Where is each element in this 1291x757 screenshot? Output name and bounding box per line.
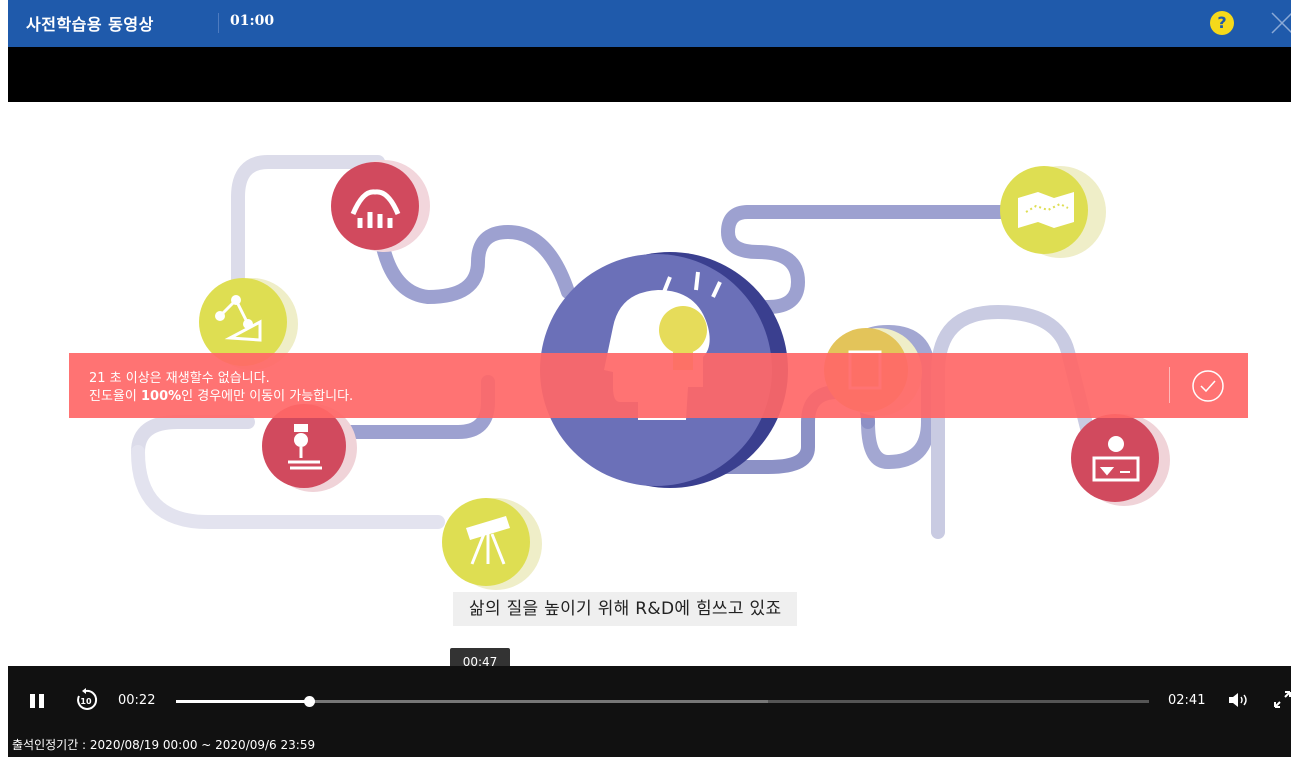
pause-icon[interactable] [30, 694, 44, 708]
player-control-bar: 10 00:22 02:41 출석인정기간 : 2020/08/19 00:00… [8, 666, 1291, 757]
played-bar [176, 700, 310, 703]
video-player-page: 사전학습용 동영상 01:00 ? 삶의 질을 높이기 위해 R&D에 힘쓰고 … [0, 0, 1291, 757]
title-bar: 사전학습용 동영상 01:00 ? [8, 0, 1291, 47]
progress-track[interactable] [176, 696, 1149, 707]
telescope-icon [442, 498, 542, 590]
duration-time: 02:41 [1168, 693, 1206, 708]
video-letterbox-top [8, 47, 1291, 102]
title-divider [218, 13, 219, 33]
study-timer: 01:00 [230, 13, 275, 29]
rewind-10-icon[interactable]: 10 [74, 688, 98, 712]
seek-handle[interactable] [304, 696, 316, 707]
banner-divider [1169, 367, 1170, 403]
warning-line2-prefix: 진도율이 [89, 389, 141, 404]
current-time: 00:22 [118, 693, 156, 708]
seek-warning-banner: 21 초 이상은 재생할수 없습니다. 진도율이 100%인 경우에만 이동이 … [69, 353, 1248, 418]
video-caption: 삶의 질을 높이기 위해 R&D에 힘쓰고 있죠 [453, 592, 798, 626]
question-circle-icon[interactable]: ? [1210, 11, 1234, 35]
fullscreen-icon[interactable] [1274, 691, 1291, 708]
chart-icon [331, 160, 430, 252]
map-icon [1000, 166, 1106, 258]
warning-progress-value: 100% [140, 389, 182, 404]
presentation-icon [1071, 414, 1170, 506]
close-icon[interactable] [1270, 11, 1291, 35]
rewind-10-label: 10 [80, 697, 92, 706]
warning-message-line2: 진도율이 100%인 경우에만 이동이 가능합니다. [89, 385, 353, 404]
warning-message-line1: 21 초 이상은 재생할수 없습니다. [89, 371, 270, 386]
page-title: 사전학습용 동영상 [26, 15, 154, 34]
attendance-period: 출석인정기간 : 2020/08/19 00:00 ~ 2020/09/6 23… [12, 738, 316, 752]
warning-line2-suffix: 인 경우에만 이동이 가능합니다. [181, 389, 354, 404]
check-circle-icon[interactable] [1191, 369, 1225, 403]
volume-icon[interactable] [1228, 692, 1250, 708]
